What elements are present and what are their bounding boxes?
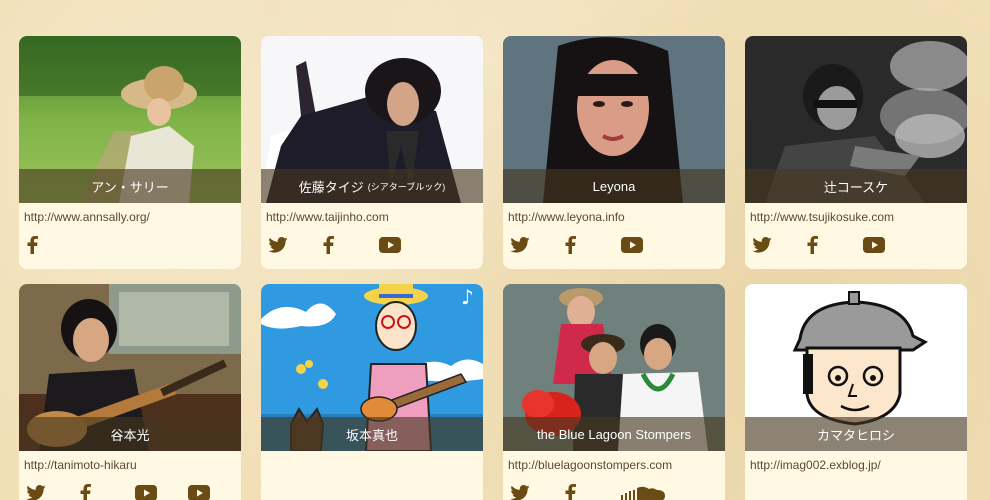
twitter-icon[interactable] [510, 235, 564, 255]
artist-name-bar: 坂本真也 [261, 417, 483, 451]
artist-name-bar: アン・サリー [19, 169, 241, 203]
facebook-icon[interactable] [26, 235, 83, 255]
artist-card-ann-sally: アン・サリー http://www.annsally.org/ [19, 36, 241, 269]
artist-name: the Blue Lagoon Stompers [537, 426, 691, 442]
artist-name: 坂本真也 [345, 427, 398, 443]
facebook-icon[interactable] [806, 235, 863, 255]
youtube-icon[interactable] [379, 235, 433, 255]
artist-url-link[interactable]: http://www.taijinho.com [261, 203, 483, 227]
artist-photo[interactable]: ♪ 坂本真也 [261, 284, 483, 451]
artist-photo[interactable]: Leyona [503, 36, 725, 203]
svg-text:♪: ♪ [461, 285, 474, 309]
youtube-icon[interactable] [134, 483, 188, 500]
artist-grid: アン・サリー http://www.annsally.org/ 佐藤タイジ (シ… [19, 36, 967, 500]
artist-name-bar: the Blue Lagoon Stompers [503, 417, 725, 451]
artist-photo[interactable]: 辻コースケ [745, 36, 967, 203]
twitter-icon[interactable] [26, 483, 79, 500]
twitter-icon[interactable] [510, 483, 564, 500]
social-icons [503, 475, 725, 500]
artist-photo[interactable]: カマタヒロシ [745, 284, 967, 451]
facebook-icon[interactable] [564, 483, 621, 500]
social-icons [503, 227, 725, 255]
artist-name-bar: カマタヒロシ [745, 417, 967, 451]
artist-card-leyona: Leyona http://www.leyona.info [503, 36, 725, 269]
social-icons [19, 475, 241, 500]
artist-photo[interactable]: 佐藤タイジ (シアターブルック) [261, 36, 483, 203]
twitter-icon[interactable] [752, 235, 806, 255]
artist-name-sub: (シアターブルック) [367, 181, 446, 192]
artist-photo[interactable]: アン・サリー [19, 36, 241, 203]
artist-name: 谷本光 [110, 427, 150, 443]
soundcloud-icon[interactable] [621, 483, 675, 500]
youtube-icon[interactable] [863, 235, 917, 255]
artist-photo[interactable]: the Blue Lagoon Stompers [503, 284, 725, 451]
artist-url-link[interactable]: http://bluelagoonstompers.com [503, 451, 725, 475]
artist-url-link[interactable]: http://tanimoto-hikaru [19, 451, 241, 475]
artist-name: 佐藤タイジ [298, 179, 364, 195]
artist-name: アン・サリー [91, 179, 169, 195]
artist-card-tanimoto-hikaru: 谷本光 http://tanimoto-hikaru [19, 284, 241, 500]
youtube-icon[interactable] [187, 483, 241, 500]
artist-card-blue-lagoon-stompers: the Blue Lagoon Stompers http://bluelago… [503, 284, 725, 500]
social-icons [19, 227, 241, 255]
facebook-icon[interactable] [564, 235, 621, 255]
artist-card-sakamoto-shinya: ♪ 坂本真也 [261, 284, 483, 500]
artist-name: カマタヒロシ [816, 427, 895, 443]
facebook-icon[interactable] [322, 235, 379, 255]
artist-card-tsuji-kosuke: 辻コースケ http://www.tsujikosuke.com [745, 36, 967, 269]
artist-name: Leyona [592, 178, 636, 194]
artist-url-link[interactable]: http://www.annsally.org/ [19, 203, 241, 227]
social-icons [745, 227, 967, 255]
artist-name-bar: 辻コースケ [745, 169, 967, 203]
artist-name: 辻コースケ [823, 179, 889, 195]
artist-url-link[interactable]: http://www.tsujikosuke.com [745, 203, 967, 227]
artist-url-link[interactable]: http://imag002.exblog.jp/ [745, 451, 967, 475]
artist-name-bar: 谷本光 [19, 417, 241, 451]
social-icons [261, 227, 483, 255]
artist-card-taiji-sato: 佐藤タイジ (シアターブルック) http://www.taijinho.com [261, 36, 483, 269]
artist-url-link[interactable] [261, 451, 483, 475]
artist-url-link[interactable]: http://www.leyona.info [503, 203, 725, 227]
artist-name-bar: 佐藤タイジ (シアターブルック) [261, 169, 483, 203]
facebook-icon[interactable] [79, 483, 135, 500]
artist-photo[interactable]: 谷本光 [19, 284, 241, 451]
artist-card-kamata-hiroshi: カマタヒロシ http://imag002.exblog.jp/ [745, 284, 967, 500]
twitter-icon[interactable] [268, 235, 322, 255]
artist-name-bar: Leyona [503, 169, 725, 203]
youtube-icon[interactable] [621, 235, 675, 255]
